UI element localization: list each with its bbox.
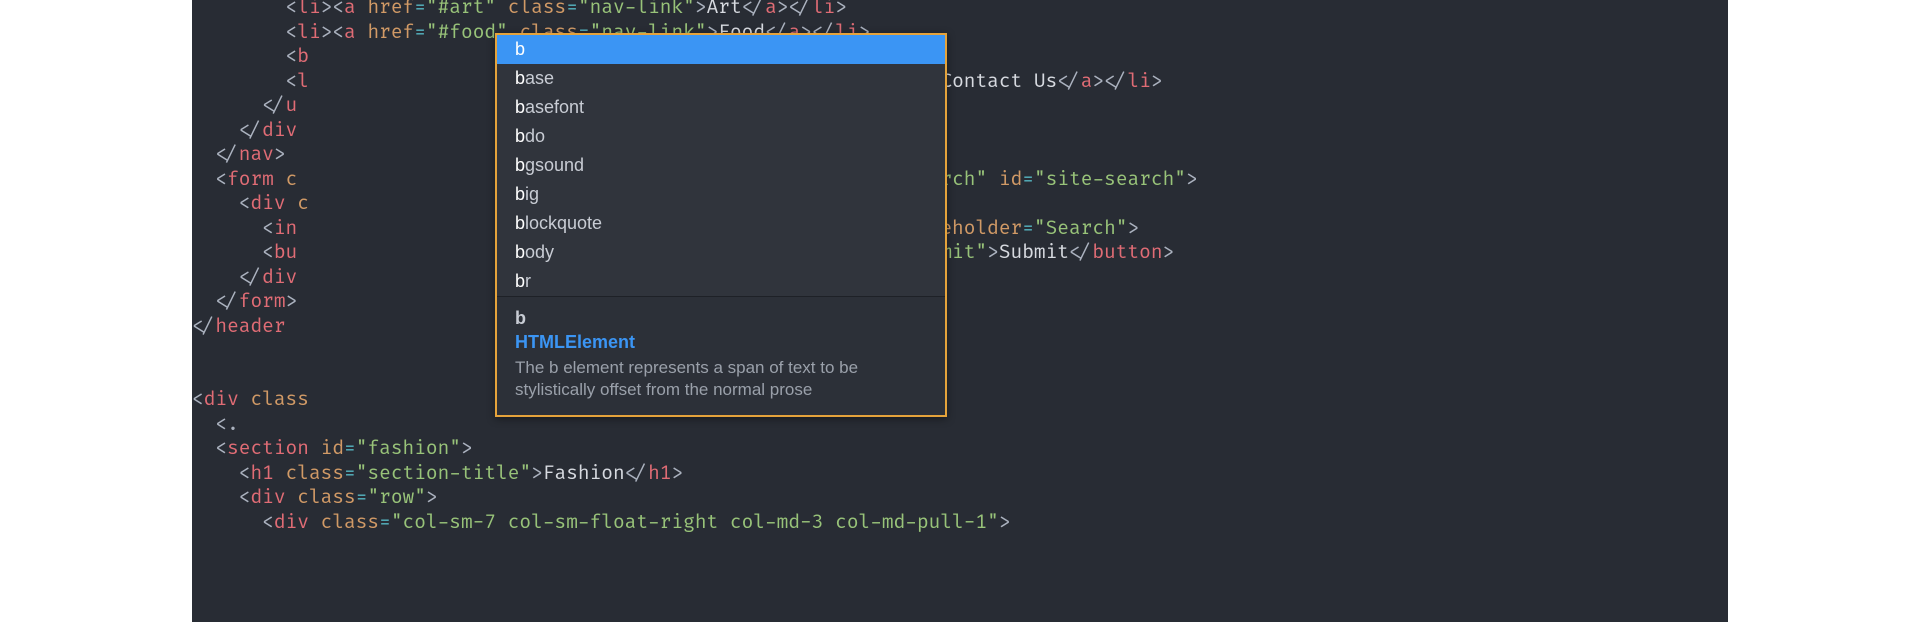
doc-type: HTMLElement bbox=[515, 331, 927, 353]
autocomplete-item[interactable]: bdo bbox=[497, 122, 945, 151]
autocomplete-item[interactable]: base bbox=[497, 64, 945, 93]
code-editor[interactable]: <li><a href="#art" class="nav-link">Art<… bbox=[192, 0, 1728, 622]
autocomplete-item[interactable]: b bbox=[497, 35, 945, 64]
autocomplete-item[interactable]: blockquote bbox=[497, 209, 945, 238]
autocomplete-doc: b HTMLElement The b element represents a… bbox=[497, 296, 945, 415]
doc-description: The b element represents a span of text … bbox=[515, 357, 927, 401]
autocomplete-item[interactable]: br bbox=[497, 267, 945, 296]
autocomplete-list: bbasebasefontbdobgsoundbigblockquotebody… bbox=[497, 35, 945, 296]
autocomplete-item[interactable]: basefont bbox=[497, 93, 945, 122]
autocomplete-item[interactable]: bgsound bbox=[497, 151, 945, 180]
autocomplete-item[interactable]: big bbox=[497, 180, 945, 209]
autocomplete-popup: bbasebasefontbdobgsoundbigblockquotebody… bbox=[495, 33, 947, 417]
doc-signature: b bbox=[515, 307, 927, 329]
autocomplete-item[interactable]: body bbox=[497, 238, 945, 267]
